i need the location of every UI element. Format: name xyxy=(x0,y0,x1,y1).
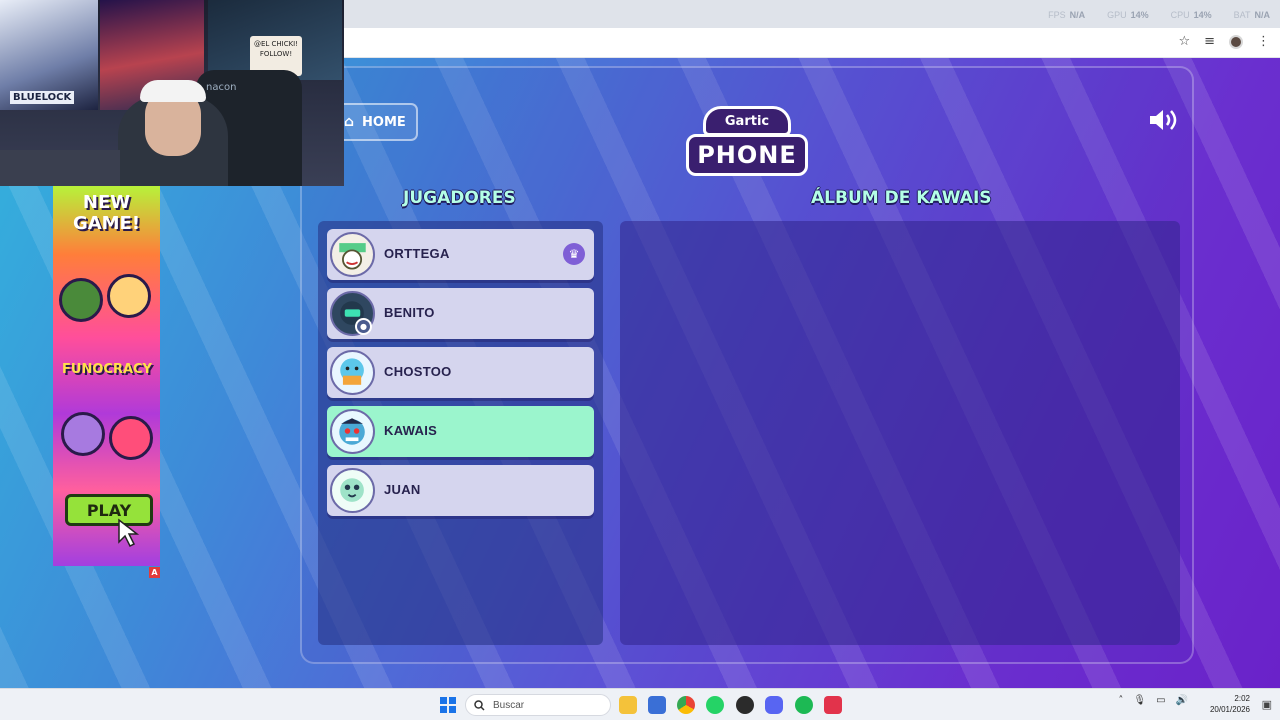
chair-brand: nacon xyxy=(206,82,237,93)
desk-area xyxy=(0,150,120,186)
home-label: HOME xyxy=(362,114,406,130)
user-badge-icon: ● xyxy=(355,318,372,335)
obs-icon[interactable] xyxy=(736,696,754,714)
avatar-face-icon xyxy=(340,358,364,385)
home-icon: ⌂ xyxy=(344,114,355,130)
store-icon[interactable] xyxy=(648,696,666,714)
ad-headline-line1: NEW xyxy=(82,192,131,213)
network-icon[interactable]: ▭ xyxy=(1156,695,1165,706)
chrome-icon[interactable] xyxy=(677,696,695,714)
taskbar-clock[interactable]: 2:02 20/01/2026 xyxy=(1210,693,1250,715)
notifications-icon[interactable]: ▣ xyxy=(1262,698,1272,711)
player-card-orttega[interactable]: ORTTEGA ♛ xyxy=(327,229,594,280)
avatar-face-icon xyxy=(340,478,364,502)
logo-top-badge: Gartic xyxy=(703,106,791,136)
media-queue-icon[interactable]: ≡ xyxy=(1204,34,1215,49)
player-avatar xyxy=(330,232,375,277)
album-panel xyxy=(620,221,1180,645)
players-list: ORTTEGA ♛ ● BENITO CHOSTOO KAWAIS JUAN xyxy=(318,221,603,645)
player-card-juan[interactable]: JUAN xyxy=(327,465,594,516)
cap xyxy=(140,80,206,102)
player-card-benito[interactable]: ● BENITO xyxy=(327,288,594,339)
microphone-icon[interactable]: 🎙 xyxy=(1133,695,1146,706)
logo-bottom-badge: PHONE xyxy=(686,134,808,176)
spotify-icon[interactable] xyxy=(795,696,813,714)
gartic-phone-logo: Gartic PHONE xyxy=(684,102,810,178)
whatsapp-icon[interactable] xyxy=(706,696,724,714)
avatar-face-icon xyxy=(339,418,365,445)
omnibar-icons: ☆ ≡ ⋮ xyxy=(1178,34,1270,49)
ad-banner[interactable]: NEW GAME! FUNOCRACY PLAY xyxy=(53,186,160,566)
ad-headline: NEW GAME! xyxy=(53,192,160,234)
anime-poster-left: BLUELOCK xyxy=(0,0,98,110)
player-name: CHOSTOO xyxy=(384,364,452,379)
clock-time: 2:02 xyxy=(1234,694,1250,703)
player-avatar xyxy=(330,350,375,395)
cpu-stat: CPU 14% xyxy=(1170,10,1212,20)
windows-start-icon[interactable] xyxy=(440,697,456,713)
player-name: JUAN xyxy=(384,482,421,497)
players-heading: JUGADORES xyxy=(403,188,516,208)
adchoices-icon[interactable]: A xyxy=(149,567,160,578)
bat-stat: BAT N/A xyxy=(1233,10,1270,20)
player-name: BENITO xyxy=(384,305,435,320)
host-crown-icon: ♛ xyxy=(563,243,585,265)
ad-bearded-face-icon xyxy=(61,412,105,456)
fps-stat: FPS N/A xyxy=(1048,10,1086,20)
logo-bottom-text: PHONE xyxy=(697,141,797,169)
poster-caption: BLUELOCK xyxy=(10,91,75,104)
ad-headline-line2: GAME! xyxy=(72,213,141,234)
logo-top-text: Gartic xyxy=(724,113,770,129)
system-tray: ˄ 🎙 ▭ 🔊 xyxy=(1118,695,1188,706)
player-name: ORTTEGA xyxy=(384,246,450,261)
chevron-up-icon[interactable]: ˄ xyxy=(1118,695,1123,706)
ad-brand-logo: FUNOCRACY xyxy=(62,362,152,377)
album-heading: ÁLBUM DE KAWAIS xyxy=(811,188,992,208)
bookmark-star-icon[interactable]: ☆ xyxy=(1178,34,1190,49)
speaker-icon[interactable] xyxy=(1148,108,1182,132)
volume-icon[interactable]: 🔊 xyxy=(1176,695,1188,706)
thumbs-up-icon xyxy=(59,278,103,322)
player-card-kawais[interactable]: KAWAIS xyxy=(327,406,594,457)
webcam-overlay: BLUELOCK @EL CHICKI! FOLLOW! nacon xyxy=(0,0,344,186)
search-icon xyxy=(474,699,485,711)
browser-menu-icon[interactable]: ⋮ xyxy=(1257,34,1270,49)
avatar-face-icon xyxy=(339,243,366,270)
file-explorer-icon[interactable] xyxy=(619,696,637,714)
gpu-stat: GPU 14% xyxy=(1107,10,1149,20)
profile-avatar[interactable] xyxy=(1229,34,1243,49)
player-card-chostoo[interactable]: CHOSTOO xyxy=(327,347,594,398)
discord-icon[interactable] xyxy=(765,696,783,714)
performance-overlay: FPS N/A GPU 14% CPU 14% BAT N/A xyxy=(1048,10,1270,20)
ad-emoji-face-icon xyxy=(109,416,153,460)
taskbar-search[interactable]: Buscar xyxy=(465,694,611,716)
player-avatar xyxy=(330,409,375,454)
clock-date: 20/01/2026 xyxy=(1209,705,1250,714)
player-name: KAWAIS xyxy=(384,423,438,438)
windows-taskbar: Buscar ˄ 🎙 ▭ 🔊 2:02 20/01/2026 ▣ xyxy=(0,688,1280,720)
ad-character-face-icon xyxy=(107,274,151,318)
player-avatar xyxy=(330,468,375,513)
search-placeholder: Buscar xyxy=(493,699,525,711)
cursor-arrow-icon xyxy=(118,518,140,548)
app-red-icon[interactable] xyxy=(824,696,842,714)
